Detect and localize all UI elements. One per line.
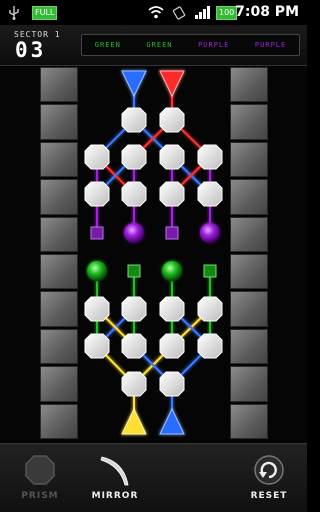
game-screen: FULL 100 7:08 PM SECTOR 1 03 GREEN GREEN… — [0, 0, 307, 512]
clock: 7:08 PM — [235, 4, 299, 20]
yellow-emitter-bottom — [121, 407, 147, 435]
green-orb-receiver — [162, 261, 182, 281]
prism[interactable] — [84, 296, 110, 322]
prism[interactable] — [159, 144, 185, 170]
upper-prisms[interactable] — [84, 107, 223, 207]
prism[interactable] — [84, 181, 110, 207]
reset-button[interactable]: RESET — [234, 450, 304, 508]
sector-number: 03 — [15, 38, 47, 62]
lower-prisms[interactable] — [84, 296, 223, 397]
battery-icon: 100 — [216, 6, 238, 20]
prism[interactable] — [84, 333, 110, 359]
usb-icon — [8, 4, 20, 21]
prism[interactable] — [159, 296, 185, 322]
rotate-icon — [172, 4, 186, 21]
prism[interactable] — [197, 296, 223, 322]
prism[interactable] — [121, 296, 147, 322]
purple-square-receiver — [165, 226, 179, 240]
purple-orb-receiver — [200, 223, 220, 243]
reset-icon — [254, 455, 284, 485]
mirror-tool-button[interactable]: MIRROR — [80, 450, 150, 508]
game-board[interactable] — [0, 66, 307, 440]
reset-label: RESET — [250, 491, 288, 501]
prism-icon — [25, 455, 55, 485]
prism[interactable] — [121, 333, 147, 359]
target-colors-panel: GREEN GREEN PURPLE PURPLE — [81, 34, 300, 56]
purple-orb-receiver — [124, 223, 144, 243]
prism[interactable] — [159, 107, 185, 133]
green-orb-receiver — [87, 261, 107, 281]
prism[interactable] — [84, 144, 110, 170]
prism[interactable] — [159, 371, 185, 397]
prism-tool-button[interactable]: PRISM — [5, 450, 75, 508]
mirror-tool-label: MIRROR — [91, 491, 139, 501]
mirror-icon — [100, 456, 129, 486]
wifi-icon — [148, 4, 164, 21]
status-bar: FULL 100 7:08 PM — [0, 0, 307, 25]
target-color-1: GREEN — [94, 41, 121, 49]
blue-emitter-top — [121, 70, 147, 98]
level-header: SECTOR 1 03 GREEN GREEN PURPLE PURPLE — [0, 25, 307, 66]
target-color-2: GREEN — [146, 41, 173, 49]
tool-bar: PRISM MIRROR RESET — [0, 443, 307, 512]
prism[interactable] — [121, 107, 147, 133]
prism[interactable] — [121, 144, 147, 170]
prism[interactable] — [197, 144, 223, 170]
prism-tool-label: PRISM — [21, 491, 59, 501]
green-square-receiver — [203, 264, 217, 278]
prism[interactable] — [197, 333, 223, 359]
prism[interactable] — [159, 181, 185, 207]
target-color-3: PURPLE — [198, 41, 230, 49]
battery-icon: FULL — [32, 6, 58, 20]
prism[interactable] — [121, 371, 147, 397]
blue-emitter-bottom — [159, 407, 185, 435]
red-emitter-top — [159, 70, 185, 98]
purple-square-receiver — [90, 226, 104, 240]
lower-beams — [96, 271, 211, 411]
battery-level: 100 — [219, 8, 235, 17]
target-color-4: PURPLE — [254, 41, 287, 49]
prism[interactable] — [121, 181, 147, 207]
battery-full-label: FULL — [35, 8, 55, 17]
green-square-receiver — [127, 264, 141, 278]
signal-icon — [195, 4, 211, 21]
upper-beams — [96, 94, 211, 233]
laser-field — [84, 70, 223, 435]
prism[interactable] — [197, 181, 223, 207]
prism[interactable] — [159, 333, 185, 359]
